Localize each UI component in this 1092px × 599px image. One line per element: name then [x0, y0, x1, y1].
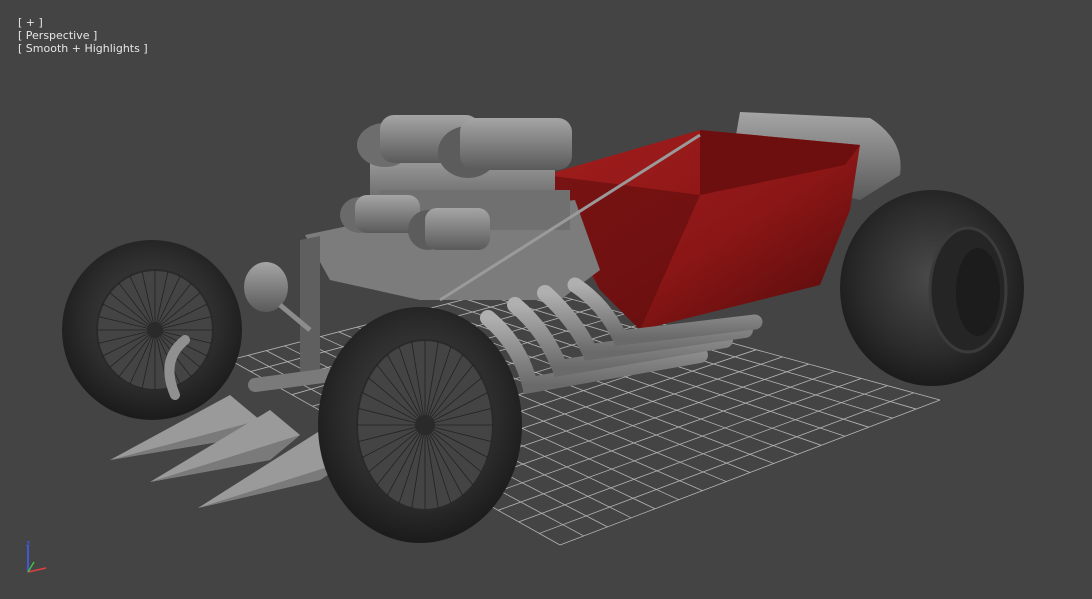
perspective-viewport[interactable]: [ + ] [ Perspective ] [ Smooth + Highlig… [0, 0, 1092, 599]
viewport-label: [ + ] [ Perspective ] [ Smooth + Highlig… [4, 3, 148, 68]
rear-right-wheel[interactable] [840, 190, 1024, 386]
viewport-menu-button[interactable]: [ + ] [18, 16, 43, 29]
z-axis-label: z [26, 540, 30, 548]
front-left-wheel[interactable] [62, 240, 242, 420]
axis-tripod-icon: z [26, 540, 47, 573]
viewport-view-button[interactable]: [ Perspective ] [18, 29, 97, 42]
viewport-scene[interactable] [0, 0, 1092, 599]
viewport-shading-button[interactable]: [ Smooth + Highlights ] [18, 42, 148, 55]
front-right-wheel[interactable] [318, 307, 522, 543]
